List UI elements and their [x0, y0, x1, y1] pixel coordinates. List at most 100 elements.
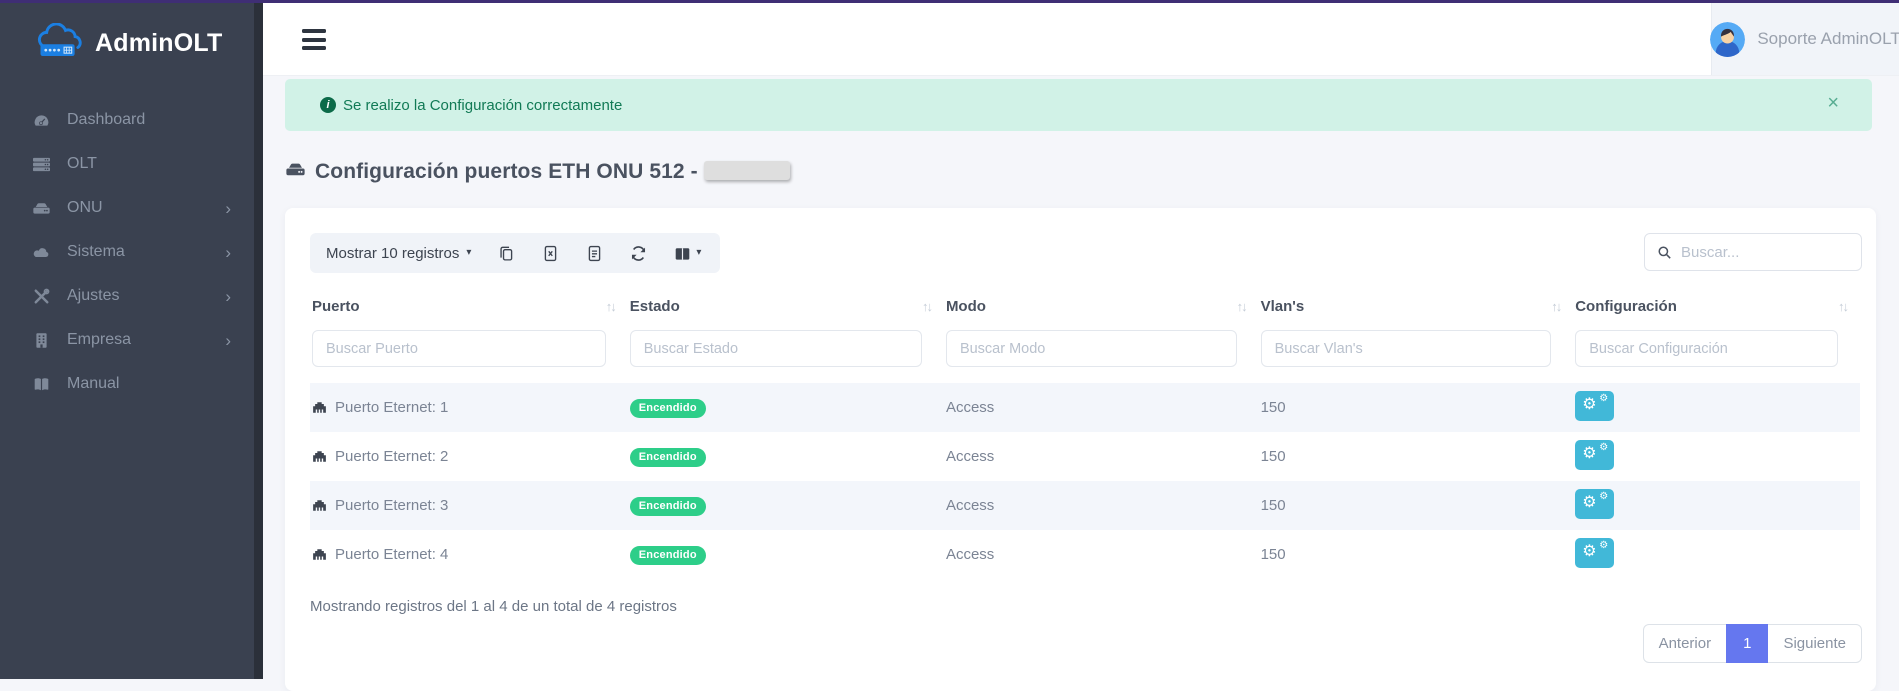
status-badge: Encendido	[630, 497, 706, 516]
gears-icon: ⚙	[1582, 446, 1596, 462]
file-export-button[interactable]	[586, 245, 603, 262]
column-visibility-button[interactable]: ▾	[674, 245, 701, 262]
port-label: Puerto Eternet: 4	[335, 546, 448, 563]
avatar	[1710, 22, 1745, 57]
port-label: Puerto Eternet: 3	[335, 497, 448, 514]
sort-icon: ↑↓	[606, 299, 615, 314]
vlan-value: 150	[1259, 383, 1574, 432]
sidebar-item-label: Dashboard	[67, 111, 145, 129]
main-content: i Se realizo la Configuración correctame…	[263, 76, 1899, 679]
sidebar-item-olt[interactable]: OLT	[0, 142, 263, 186]
filter-puerto-input[interactable]	[312, 330, 606, 367]
gauge-icon	[33, 112, 67, 129]
sort-icon: ↑↓	[1237, 299, 1246, 314]
refresh-icon[interactable]	[630, 245, 647, 262]
column-header-configuracion[interactable]: Configuración↑↓	[1573, 290, 1860, 326]
search-input[interactable]	[1681, 244, 1849, 261]
gears-icon: ⚙	[1582, 397, 1596, 413]
redacted-text	[704, 161, 790, 180]
sidebar-item-onu[interactable]: ONU ›	[0, 186, 263, 230]
status-badge: Encendido	[630, 448, 706, 467]
next-page-button[interactable]: Siguiente	[1767, 624, 1862, 663]
brand[interactable]: AdminOLT	[0, 3, 263, 64]
configure-port-button[interactable]: ⚙⚙	[1575, 489, 1614, 519]
copy-button[interactable]	[498, 245, 515, 262]
previous-page-button[interactable]: Anterior	[1643, 624, 1728, 663]
status-badge: Encendido	[630, 399, 706, 418]
gears-icon: ⚙	[1599, 541, 1608, 551]
sidebar-item-label: OLT	[67, 155, 97, 173]
configure-port-button[interactable]: ⚙⚙	[1575, 391, 1614, 421]
page-length-dropdown[interactable]: Mostrar 10 registros ▾	[326, 245, 471, 262]
tools-icon	[33, 288, 67, 305]
info-icon: i	[320, 97, 336, 113]
chevron-right-icon: ›	[225, 332, 231, 349]
top-header: Soporte AdminOLT	[263, 3, 1899, 76]
filter-estado-input[interactable]	[630, 330, 922, 367]
cloud-icon	[33, 244, 67, 261]
brand-name: AdminOLT	[95, 29, 223, 58]
sidebar: AdminOLT Dashboard OLT ONU › Sistema	[0, 3, 263, 679]
vlan-value: 150	[1259, 530, 1574, 579]
configure-port-button[interactable]: ⚙⚙	[1575, 440, 1614, 470]
filter-configuracion-input[interactable]	[1575, 330, 1838, 367]
user-menu[interactable]: Soporte AdminOLT	[1711, 3, 1899, 75]
sort-icon: ↑↓	[1838, 299, 1847, 314]
gears-icon: ⚙	[1582, 495, 1596, 511]
configure-port-button[interactable]: ⚙⚙	[1575, 538, 1614, 568]
sidebar-item-sistema[interactable]: Sistema ›	[0, 230, 263, 274]
table-row: Puerto Eternet: 2 Encendido Access 150 ⚙…	[310, 432, 1860, 481]
ethernet-port-icon	[312, 401, 327, 414]
table-row: Puerto Eternet: 1 Encendido Access 150 ⚙…	[310, 383, 1860, 432]
mode-value: Access	[944, 432, 1259, 481]
page-1-button[interactable]: 1	[1726, 624, 1768, 663]
table-header-row: Puerto↑↓ Estado↑↓ Modo↑↓ Vlan's↑↓ Config…	[310, 290, 1860, 326]
close-icon[interactable]: ×	[1827, 93, 1839, 113]
chevron-right-icon: ›	[225, 288, 231, 305]
table-row: Puerto Eternet: 3 Encendido Access 150 ⚙…	[310, 481, 1860, 530]
filter-vlans-input[interactable]	[1261, 330, 1552, 367]
ethernet-port-icon	[312, 450, 327, 463]
sidebar-item-empresa[interactable]: Empresa ›	[0, 318, 263, 362]
sort-icon: ↑↓	[1551, 299, 1560, 314]
page-title: Configuración puertos ETH ONU 512 -	[315, 160, 790, 184]
sidebar-item-label: Ajustes	[67, 287, 119, 305]
excel-export-button[interactable]	[542, 245, 559, 262]
chevron-down-icon: ▾	[466, 248, 471, 258]
table-controls: Mostrar 10 registros ▾ ▾	[285, 208, 1876, 273]
records-summary: Mostrando registros del 1 al 4 de un tot…	[310, 598, 1862, 615]
column-header-vlans[interactable]: Vlan's↑↓	[1259, 290, 1574, 326]
column-header-estado[interactable]: Estado↑↓	[628, 290, 944, 326]
sort-icon: ↑↓	[922, 299, 931, 314]
sidebar-item-label: Manual	[67, 375, 119, 393]
table-row: Puerto Eternet: 4 Encendido Access 150 ⚙…	[310, 530, 1860, 579]
port-label: Puerto Eternet: 2	[335, 448, 448, 465]
sidebar-item-manual[interactable]: Manual	[0, 362, 263, 406]
chevron-down-icon: ▾	[696, 248, 701, 258]
chevron-right-icon: ›	[225, 244, 231, 261]
gears-icon: ⚙	[1599, 394, 1608, 404]
status-badge: Encendido	[630, 546, 706, 565]
page-title-row: Configuración puertos ETH ONU 512 -	[285, 160, 790, 184]
column-header-modo[interactable]: Modo↑↓	[944, 290, 1259, 326]
column-header-puerto[interactable]: Puerto↑↓	[310, 290, 628, 326]
search-icon	[1657, 245, 1672, 260]
sidebar-menu: Dashboard OLT ONU › Sistema › Aj	[0, 98, 263, 406]
gears-icon: ⚙	[1582, 544, 1596, 560]
sidebar-item-label: Empresa	[67, 331, 131, 349]
sidebar-item-label: ONU	[67, 199, 103, 217]
filter-modo-input[interactable]	[946, 330, 1237, 367]
success-alert: i Se realizo la Configuración correctame…	[285, 79, 1872, 131]
table-filter-row	[310, 326, 1860, 383]
building-icon	[33, 332, 67, 349]
pagination: Anterior 1 Siguiente	[310, 624, 1862, 663]
hamburger-menu-icon[interactable]	[302, 29, 326, 50]
gears-icon: ⚙	[1599, 492, 1608, 502]
user-name: Soporte AdminOLT	[1757, 29, 1899, 49]
sidebar-item-dashboard[interactable]: Dashboard	[0, 98, 263, 142]
top-accent-bar	[0, 0, 1899, 3]
device-icon	[285, 160, 306, 184]
sidebar-item-ajustes[interactable]: Ajustes ›	[0, 274, 263, 318]
sidebar-item-label: Sistema	[67, 243, 125, 261]
vlan-value: 150	[1259, 432, 1574, 481]
